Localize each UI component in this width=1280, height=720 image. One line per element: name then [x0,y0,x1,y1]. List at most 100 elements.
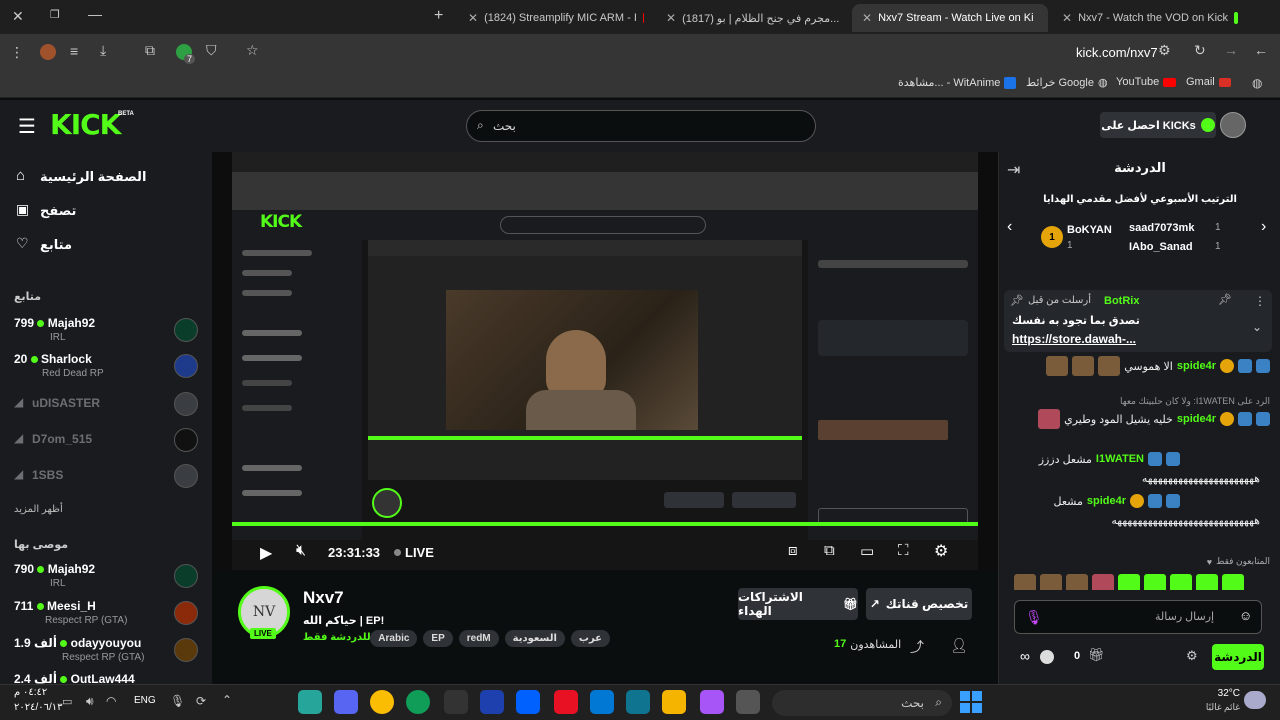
tag[interactable]: السعودية [504,630,565,647]
minimize-window-icon[interactable]: — [88,6,102,22]
close-tab-icon[interactable]: ✕ [862,11,872,25]
shield-icon[interactable]: ⛉ [206,42,217,59]
tab-search-icon[interactable]: ≡ [70,43,78,59]
clock-time[interactable]: ٠٤:٤٢ م [14,687,60,698]
share-icon[interactable]: ⤴ [910,637,924,657]
sidebar-item-browse[interactable]: تصفح [40,203,76,219]
emote[interactable] [1066,574,1088,590]
emote[interactable] [1014,574,1036,590]
unpin-icon[interactable]: 📌︎ [1218,293,1232,306]
following-channel[interactable]: 20 Sharlock Red Dead RP [14,350,204,382]
emoji-icon[interactable]: ☺ [1239,608,1252,623]
restore-window-icon[interactable]: ❐ [50,8,60,21]
emote[interactable] [1118,574,1140,590]
following-channel[interactable]: 799 Majah92 IRL [14,314,204,346]
tag[interactable]: عرب [570,630,610,647]
back-icon[interactable]: ← [1254,42,1268,58]
tag[interactable]: EP [423,630,453,647]
bookmark-gmail[interactable]: Gmail [1186,76,1231,88]
weather-icon[interactable] [1244,691,1266,709]
user-avatar[interactable] [1220,112,1246,138]
language-indicator[interactable]: ENG [134,695,156,706]
channel-name[interactable]: Nxv7 [303,588,344,608]
download-icon[interactable]: ⤓ [100,42,106,59]
chevron-left-icon[interactable]: ‹ [1007,218,1012,236]
miniplayer-icon[interactable]: ⧉ [824,542,835,559]
windows-start-icon[interactable] [960,691,982,713]
close-window-icon[interactable]: ✕ [12,8,24,25]
pinned-user[interactable]: BotRix [1104,295,1139,307]
file-explorer-icon[interactable] [662,690,686,714]
infinity-icon[interactable]: ∞ [1020,648,1030,664]
gift-subs-button[interactable]: الاشتراكات الهداء 🎁︎ [738,588,858,620]
battery-icon[interactable]: ▭ [62,695,72,708]
chevron-down-icon[interactable]: ⌄ [1252,320,1262,334]
add-user-icon[interactable]: 👤︎ [950,637,968,654]
emote[interactable] [1144,574,1166,590]
stream-progress-bar[interactable] [232,522,978,526]
kicks-icon[interactable] [1040,650,1054,664]
bookmark-maps[interactable]: خرائط Google ◍ [1026,76,1108,89]
bookmark-star-icon[interactable]: ☆ [246,42,259,59]
chat-input[interactable]: 🎙︎ إرسال رسالة ☺ [1014,600,1262,634]
fullscreen-icon[interactable]: ⛶ [898,542,909,559]
emote[interactable] [1222,574,1244,590]
dropbox-icon[interactable] [516,690,540,714]
get-kicks-button[interactable]: احصل على KICKs [1100,112,1216,138]
epic-games-icon[interactable] [444,690,468,714]
menu-dots-icon[interactable]: ⋮ [10,44,24,61]
app-icon[interactable] [480,690,504,714]
gift-icon[interactable]: 🎁︎ [1088,647,1105,663]
chat-settings-icon[interactable]: ⚙ [1186,648,1198,664]
tab-vod[interactable]: ✕ Nxv7 - Watch the VOD on Kick [1052,4,1248,32]
chevron-up-icon[interactable]: ⌃ [222,693,232,707]
following-channel[interactable]: uDISASTER ◢ [14,392,204,418]
tab-youtube-1[interactable]: ✕ (1817) مجرم في جنح الظلام | بو... [656,4,852,32]
pinned-link[interactable]: https://store.dawah-... [1012,332,1136,346]
close-tab-icon[interactable]: ✕ [468,11,478,25]
profile-avatar[interactable] [40,44,56,60]
close-tab-icon[interactable]: ✕ [1062,11,1072,25]
customize-channel-button[interactable]: ↗ تخصيص قناتك [866,588,972,620]
task-view-icon[interactable] [736,690,760,714]
tab-youtube-2[interactable]: ✕ (1824) Streamplify MIC ARM - I [458,4,654,32]
kick-logo[interactable]: KICK [50,108,121,141]
more-options-icon[interactable]: ⋮ [1254,294,1266,308]
hamburger-menu-icon[interactable]: ☰ [18,114,36,139]
chat-username[interactable]: I1WATEN [1096,453,1144,465]
discord-icon[interactable] [334,690,358,714]
recommended-channel[interactable]: 790 Majah92 IRL [14,560,204,592]
url-text[interactable]: kick.com/nxv7 [1076,45,1158,60]
emote[interactable] [1040,574,1062,590]
forward-icon[interactable]: → [1224,42,1238,58]
sidebar-item-following[interactable]: متابع [40,237,72,253]
tag[interactable]: Arabic [370,630,418,647]
app-icon[interactable] [554,690,578,714]
theater-icon[interactable]: ▭ [860,542,874,560]
chat-username[interactable]: spide4r [1087,495,1126,507]
new-tab-icon[interactable]: + [434,7,443,25]
recommended-channel[interactable]: 1.9 ألف odayyouyou Respect RP (GTA) [14,634,204,666]
chat-username[interactable]: spide4r [1177,360,1216,372]
bookmark-youtube[interactable]: YouTube [1116,76,1177,88]
close-tab-icon[interactable]: ✕ [666,11,676,25]
tab-stream[interactable]: ✕ Nxv7 Stream - Watch Live on Ki [852,4,1048,32]
mic-icon[interactable]: 🎙︎ [1025,609,1043,626]
sidebar-item-home[interactable]: الصفحة الرئيسية [40,169,146,185]
site-settings-icon[interactable]: ⚙ [1158,42,1171,59]
copilot-icon[interactable] [700,690,724,714]
emote[interactable] [1196,574,1218,590]
globe-icon[interactable]: ◍ [1252,76,1262,90]
edge-icon[interactable] [406,690,430,714]
chat-username[interactable]: spide4r [1177,413,1216,425]
reload-icon[interactable]: ↻ [1194,42,1206,59]
volume-icon[interactable]: 🔊︎ [86,694,94,709]
mute-icon[interactable]: 🔇︎ [296,542,306,560]
bookmark-witanime[interactable]: مشاهدة... - WitAnime [898,76,1017,89]
following-channel[interactable]: D7om_515 ◢ [14,428,204,454]
wifi-icon[interactable]: ◠ [106,694,116,708]
tag[interactable]: redM [458,630,499,647]
settings-gear-icon[interactable]: ⚙ [934,541,948,561]
chat-send-button[interactable]: الدردشة [1212,644,1264,670]
emote[interactable] [1092,574,1114,590]
